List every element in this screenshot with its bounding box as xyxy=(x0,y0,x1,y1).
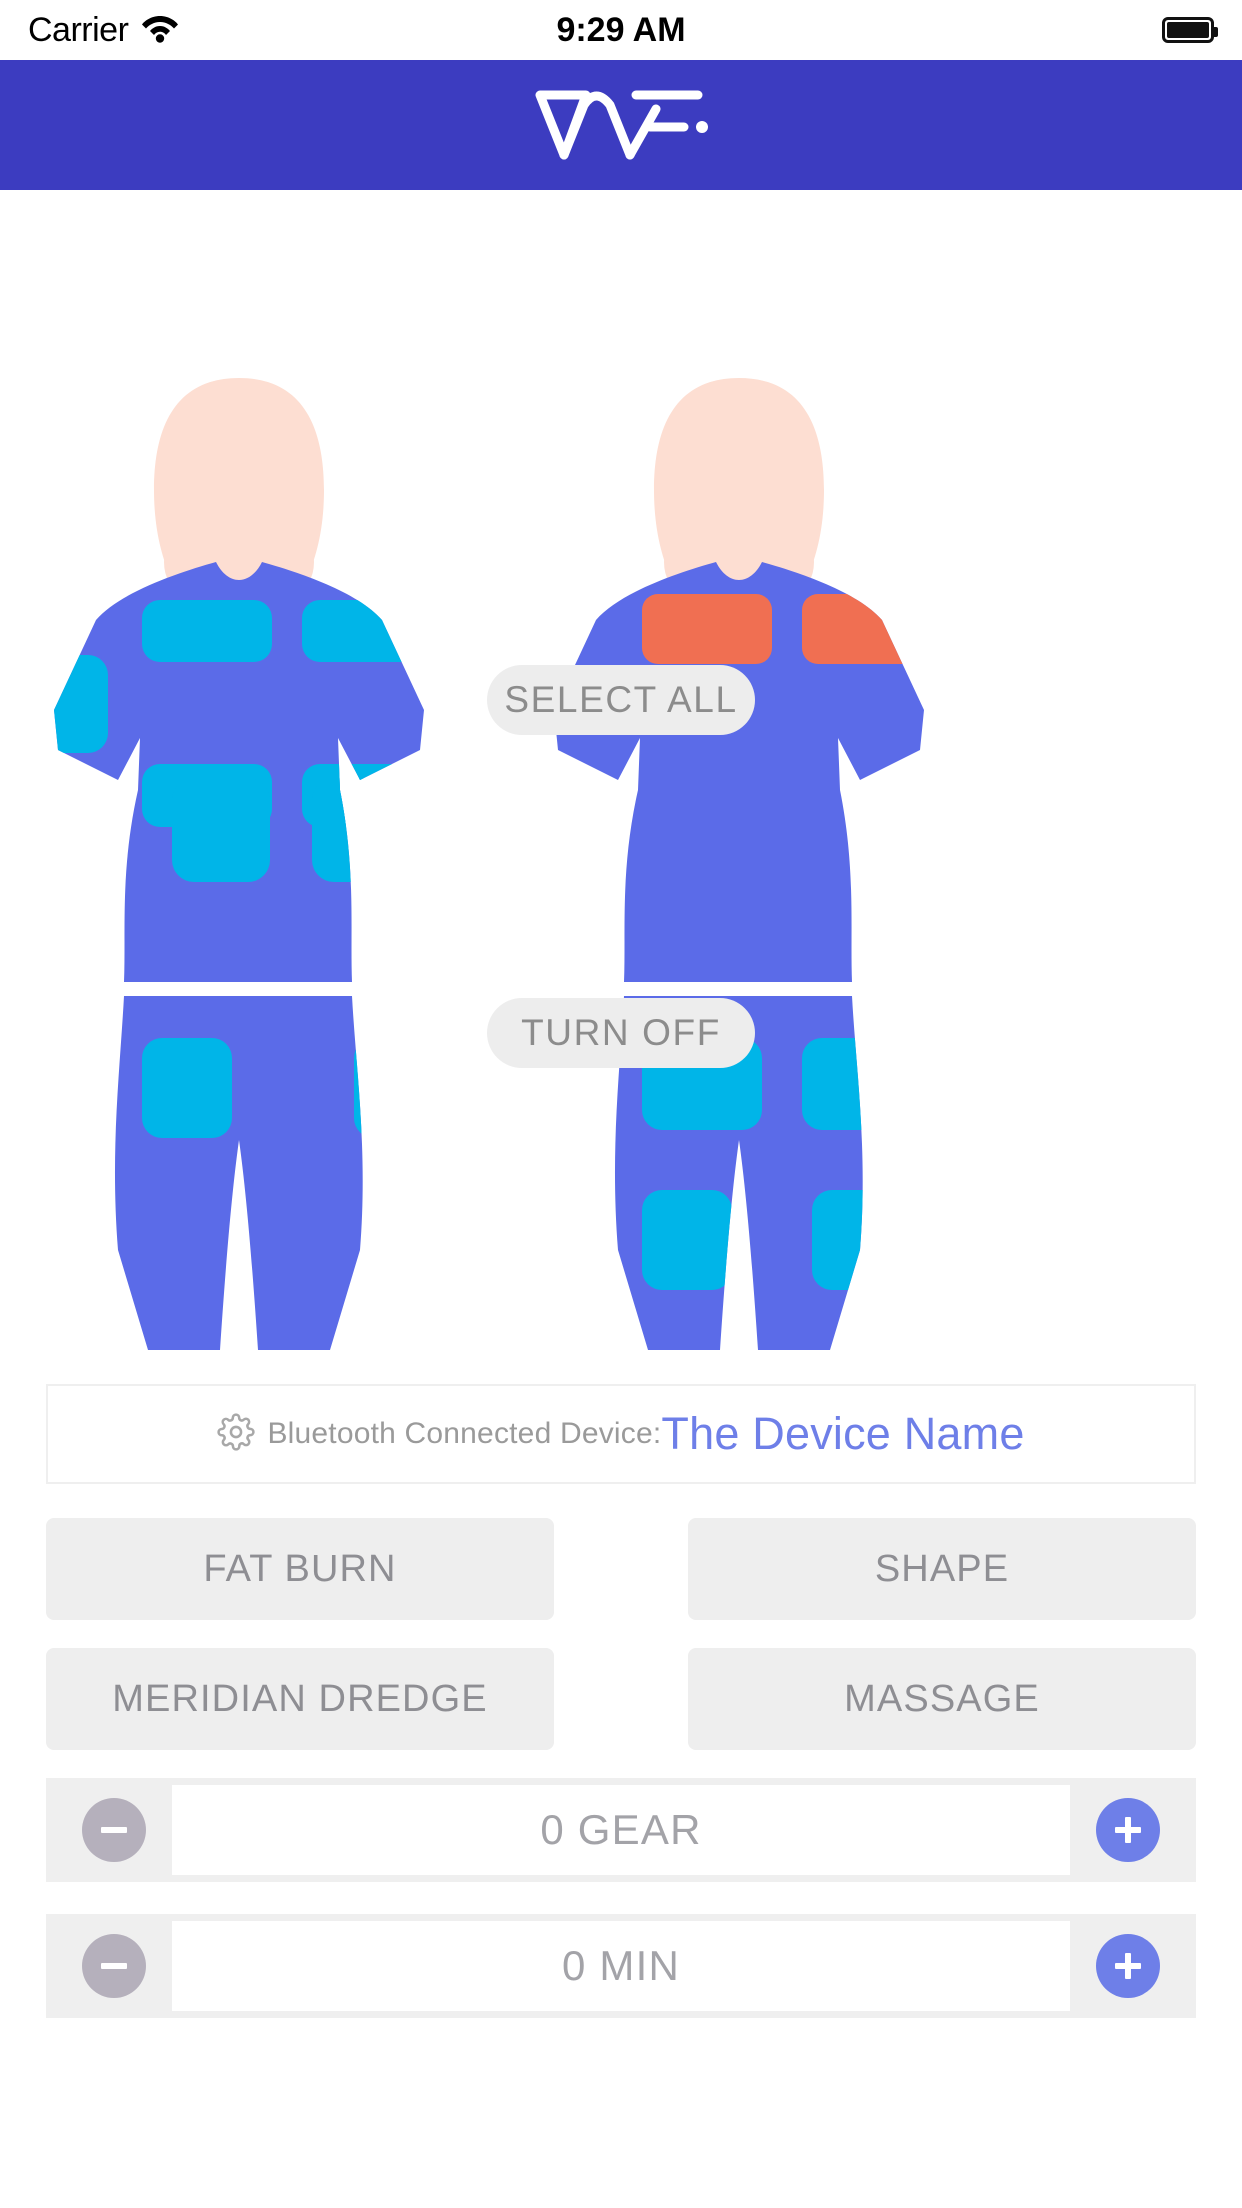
gear-value[interactable]: 0 GEAR xyxy=(172,1785,1070,1875)
pad-upper-back-right xyxy=(802,594,924,664)
time-value[interactable]: 0 MIN xyxy=(172,1921,1070,2011)
plus-icon xyxy=(1115,1953,1141,1979)
pad-arm-left xyxy=(54,840,105,936)
back-body-figure xyxy=(554,378,924,1350)
mode-button-massage[interactable]: MASSAGE xyxy=(688,1648,1196,1750)
minus-icon xyxy=(101,1953,127,1979)
gear-stepper: 0 GEAR xyxy=(46,1778,1196,1882)
mode-button-fat-burn[interactable]: FAT BURN xyxy=(46,1518,554,1620)
gear-increment-button[interactable] xyxy=(1096,1798,1160,1862)
plus-icon xyxy=(1115,1817,1141,1843)
time-increment-button[interactable] xyxy=(1096,1934,1160,1998)
bluetooth-label: Bluetooth Connected Device: xyxy=(267,1417,662,1450)
bluetooth-device-row[interactable]: Bluetooth Connected Device: The Device N… xyxy=(46,1384,1196,1484)
mode-row-1: FAT BURN SHAPE xyxy=(0,1518,1242,1620)
gear-icon[interactable] xyxy=(217,1412,256,1456)
status-bar-time: 9:29 AM xyxy=(556,10,686,49)
pad-hamstring-left xyxy=(642,1190,732,1290)
pad-thigh-left xyxy=(142,1370,232,1380)
front-body-figure xyxy=(54,378,553,1380)
mode-row-2: MERIDIAN DREDGE MASSAGE xyxy=(0,1648,1242,1750)
select-all-button[interactable]: SELECT ALL xyxy=(487,665,755,735)
body-map-panel: SELECT ALL TURN OFF xyxy=(0,190,1242,1380)
app-header xyxy=(0,60,1242,252)
minus-icon xyxy=(101,1817,127,1843)
pad-glute-right xyxy=(802,1038,863,1130)
status-bar: Carrier 9:29 AM xyxy=(0,0,1242,60)
pad-upper-back-left xyxy=(642,594,772,664)
status-bar-right xyxy=(1162,17,1218,43)
gear-decrement-button[interactable] xyxy=(82,1798,146,1862)
time-decrement-button[interactable] xyxy=(82,1934,146,1998)
mode-button-meridian-dredge[interactable]: MERIDIAN DREDGE xyxy=(46,1648,554,1750)
wf-logo-icon xyxy=(526,83,716,168)
pad-thigh-right xyxy=(352,1370,442,1380)
mode-button-shape[interactable]: SHAPE xyxy=(688,1518,1196,1620)
bluetooth-device-name: The Device Name xyxy=(661,1408,1025,1459)
pad-arm-right xyxy=(468,840,553,936)
body-figures-svg xyxy=(54,378,924,1380)
time-stepper: 0 MIN xyxy=(46,1914,1196,2018)
turn-off-button[interactable]: TURN OFF xyxy=(487,998,755,1068)
battery-full-icon xyxy=(1162,17,1218,43)
pad-hamstring-right xyxy=(812,1190,863,1290)
